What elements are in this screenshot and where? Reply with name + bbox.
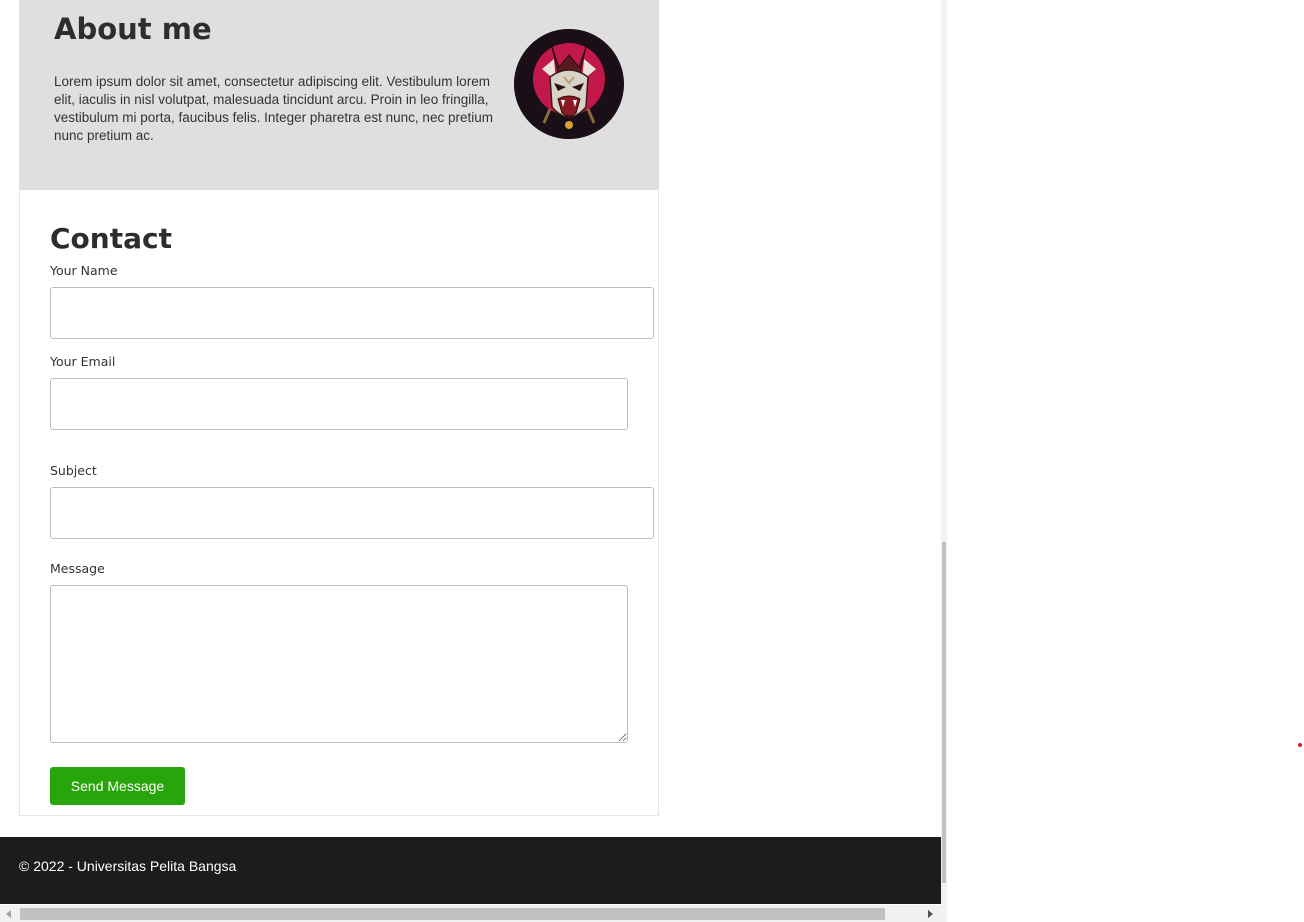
vertical-scrollbar[interactable] <box>941 0 947 922</box>
message-label: Message <box>50 561 105 576</box>
email-input[interactable] <box>50 378 628 430</box>
subject-label: Subject <box>50 463 97 478</box>
contact-title: Contact <box>50 222 172 255</box>
horizontal-scrollbar-thumb[interactable] <box>20 908 885 920</box>
name-label: Your Name <box>50 263 118 278</box>
footer-copyright: © 2022 - Universitas Pelita Bangsa <box>19 858 237 874</box>
samurai-tiger-mask-icon <box>514 29 624 139</box>
vertical-scrollbar-thumb[interactable] <box>942 542 946 883</box>
message-textarea[interactable] <box>50 585 628 743</box>
name-input[interactable] <box>50 287 654 339</box>
red-dot-marker <box>1298 743 1302 747</box>
avatar <box>514 29 624 139</box>
subject-input[interactable] <box>50 487 654 539</box>
email-label: Your Email <box>50 354 116 369</box>
about-title: About me <box>54 12 212 46</box>
scroll-right-icon[interactable] <box>928 910 933 918</box>
footer: © 2022 - Universitas Pelita Bangsa <box>0 837 941 904</box>
contact-section: Contact Your Name Your Email Subject Mes… <box>19 190 659 816</box>
about-text: Lorem ipsum dolor sit amet, consectetur … <box>54 74 493 143</box>
about-section: About me Lorem ipsum dolor sit amet, con… <box>19 0 659 190</box>
send-message-button[interactable]: Send Message <box>50 767 185 805</box>
horizontal-scrollbar[interactable] <box>0 905 941 922</box>
page-viewport: About me Lorem ipsum dolor sit amet, con… <box>0 0 941 922</box>
scroll-left-icon[interactable] <box>6 910 11 918</box>
